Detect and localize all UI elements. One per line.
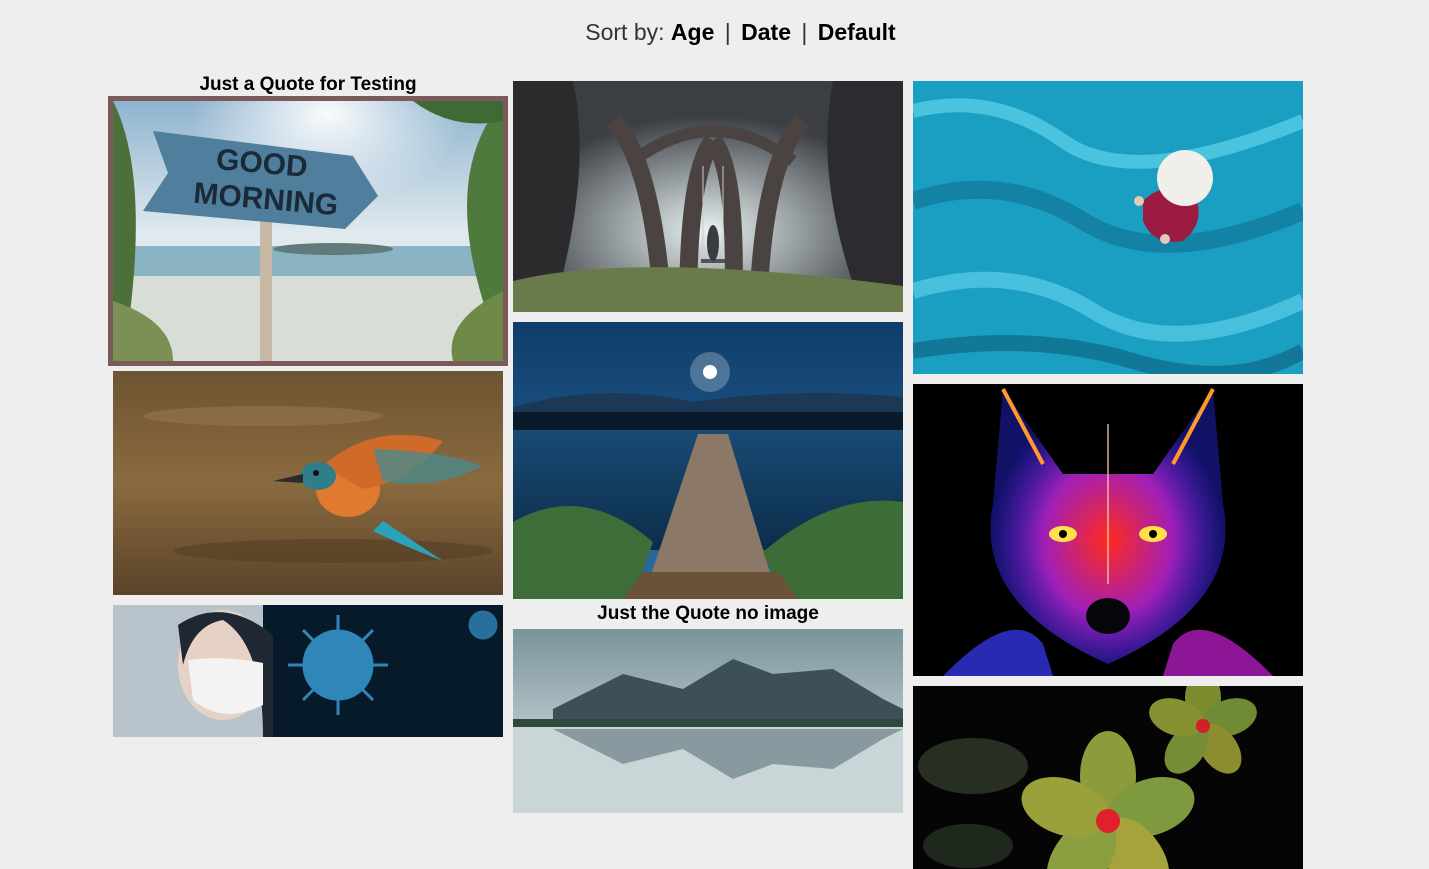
card-lake-pier[interactable] [513, 322, 903, 599]
card-blue-fabric[interactable] [913, 81, 1303, 374]
sort-separator: | [801, 19, 808, 45]
card-neon-wolf[interactable] [913, 384, 1303, 676]
sort-age-link[interactable]: Age [671, 19, 714, 45]
kingfisher-image [113, 371, 503, 595]
card-plumeria[interactable] [913, 686, 1303, 869]
good-morning-sign-image: GOOD MORNING [113, 101, 503, 361]
blue-fabric-image [913, 81, 1303, 374]
lake-pier-image [513, 322, 903, 599]
sort-separator: | [724, 19, 731, 45]
sort-default-link[interactable]: Default [818, 19, 896, 45]
virus-mask-image [113, 605, 503, 737]
sort-bar: Sort by: Age | Date | Default [0, 19, 1429, 46]
plumeria-image [913, 686, 1303, 869]
card-kingfisher[interactable] [113, 371, 503, 595]
sort-label: Sort by: [585, 19, 665, 45]
forest-swing-image [513, 81, 903, 312]
card-mountain-lake[interactable] [513, 629, 903, 813]
neon-wolf-image [913, 384, 1303, 676]
sort-date-link[interactable]: Date [741, 19, 791, 45]
card-good-morning[interactable]: GOOD MORNING [113, 101, 503, 361]
card-caption: Just the Quote no image [597, 603, 819, 624]
card-virus-mask[interactable] [113, 605, 503, 737]
card-forest-swing[interactable] [513, 81, 903, 312]
mountain-lake-image [513, 629, 903, 813]
card-caption: Just a Quote for Testing [199, 74, 417, 95]
